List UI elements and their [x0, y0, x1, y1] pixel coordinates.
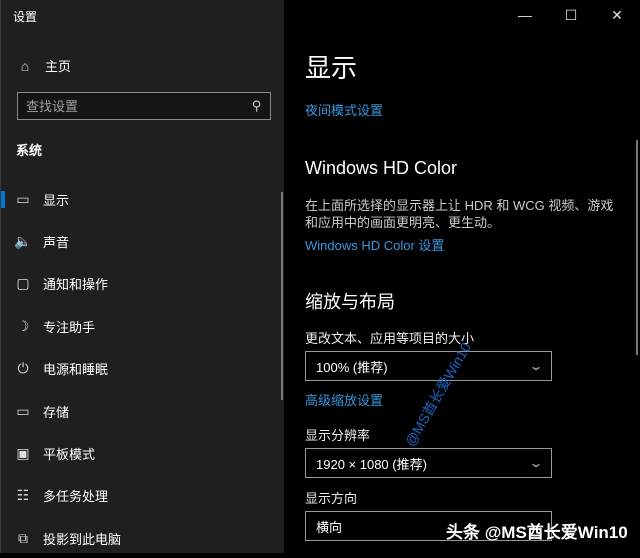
hd-color-description: 在上面所选择的显示器上让 HDR 和 WCG 视频、游戏和应用中的画面更明亮、更…: [305, 198, 614, 230]
sidebar-item-label: 电源和睡眠: [43, 362, 109, 378]
search-icon[interactable]: ⚲: [252, 98, 262, 114]
sidebar-scrollbar[interactable]: [281, 192, 283, 400]
scale-dropdown[interactable]: 100% (推荐) ⌄: [305, 351, 552, 381]
sidebar-item[interactable]: ⧉ 投影到此电脑: [1, 518, 281, 558]
sidebar-item[interactable]: ☽ 专注助手: [1, 306, 281, 346]
multitask-icon: ☷: [16, 487, 30, 504]
night-light-link[interactable]: 夜间模式设置: [305, 100, 383, 119]
chevron-down-icon: ⌄: [528, 359, 544, 373]
sidebar-item[interactable]: ⏻ 电源和睡眠: [1, 349, 281, 389]
notification-icon: ▢: [16, 275, 30, 292]
scale-value: 100% (推荐): [316, 359, 388, 375]
chevron-down-icon: ⌄: [528, 456, 544, 470]
hd-color-heading: Windows HD Color: [305, 158, 458, 178]
orientation-label: 显示方向: [305, 491, 358, 506]
close-button[interactable]: ✕: [594, 0, 640, 30]
sidebar: 设置 ⌂ 主页 ⚲ 系统 ▭ 显示 🔈 声音 ▢ 通知和操作 ☽ 专注助手 ⏻ 电源和睡眠 ▭ 存储 ▣…: [0, 0, 284, 553]
sidebar-item[interactable]: ☷ 多任务处理: [1, 476, 281, 516]
sidebar-item-label: 存储: [43, 404, 70, 420]
sidebar-item-label: 平板模式: [43, 446, 96, 462]
sidebar-home[interactable]: ⌂ 主页: [17, 56, 71, 75]
scale-heading: 缩放与布局: [305, 292, 395, 312]
home-label: 主页: [45, 59, 72, 74]
project-icon: ⧉: [18, 529, 28, 546]
resolution-value: 1920 × 1080 (推荐): [316, 456, 427, 472]
sidebar-item[interactable]: ▢ 通知和操作: [1, 264, 281, 304]
sidebar-item[interactable]: 🔈 声音: [1, 221, 281, 261]
window-controls: — ☐ ✕: [502, 0, 640, 30]
home-icon: ⌂: [20, 57, 30, 74]
resolution-label: 显示分辨率: [305, 428, 371, 443]
sidebar-item-label: 多任务处理: [43, 489, 109, 505]
main-scrollbar[interactable]: [636, 140, 638, 355]
sidebar-item[interactable]: ▣ 平板模式: [1, 433, 281, 473]
tablet-icon: ▣: [16, 444, 30, 461]
sidebar-item-label: 通知和操作: [43, 277, 109, 293]
sidebar-item-label: 专注助手: [43, 319, 96, 335]
sidebar-item[interactable]: ▭ 显示: [1, 179, 281, 219]
sidebar-item-label: 声音: [43, 234, 70, 250]
scale-label: 更改文本、应用等项目的大小: [305, 331, 475, 346]
maximize-button[interactable]: ☐: [548, 0, 594, 30]
storage-icon: ▭: [16, 402, 30, 419]
orientation-value: 横向: [316, 519, 343, 535]
section-heading: 系统: [16, 143, 43, 158]
page-title: 显示: [305, 53, 358, 83]
minimize-button[interactable]: —: [502, 0, 548, 30]
search-box[interactable]: ⚲: [17, 92, 271, 120]
resolution-dropdown[interactable]: 1920 × 1080 (推荐) ⌄: [305, 448, 552, 478]
advanced-scaling-link[interactable]: 高级缩放设置: [305, 390, 383, 409]
sidebar-item-label: 投影到此电脑: [43, 531, 122, 547]
hd-color-link[interactable]: Windows HD Color 设置: [305, 235, 444, 254]
sidebar-item-label: 显示: [43, 192, 70, 208]
moon-icon: ☽: [16, 317, 30, 334]
search-input[interactable]: [26, 98, 226, 114]
app-title: 设置: [13, 10, 38, 24]
power-icon: ⏻: [17, 360, 29, 377]
watermark-bottom: 头条 @MS酋长爱Win10: [446, 523, 628, 542]
sidebar-item[interactable]: ▭ 存储: [1, 391, 281, 431]
monitor-icon: ▭: [16, 190, 30, 207]
speaker-icon: 🔈: [14, 232, 32, 249]
